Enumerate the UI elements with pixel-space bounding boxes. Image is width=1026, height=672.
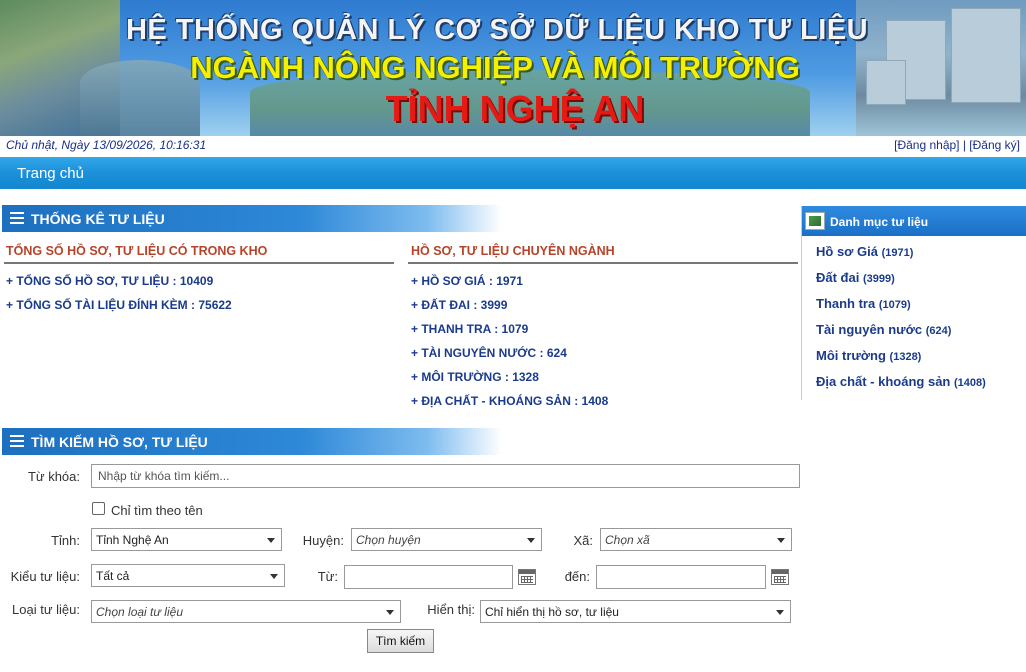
login-link[interactable]: [Đăng nhập]: [894, 138, 959, 152]
category-panel: Danh mục tư liệu Hồ sơ Giá (1971) Đất đa…: [801, 206, 1026, 400]
district-select[interactable]: Chọn huyện: [351, 528, 542, 551]
commune-label: Xã:: [573, 533, 593, 548]
document-kind-value: Chọn loại tư liệu: [96, 605, 183, 619]
image-icon: [805, 212, 825, 230]
commune-value: Chọn xã: [605, 533, 650, 547]
category-label: Đất đai: [816, 270, 860, 285]
from-date-input[interactable]: [344, 565, 513, 589]
document-kind-label: Loại tư liệu:: [12, 602, 80, 617]
category-count: (1328): [889, 351, 922, 363]
auth-separator: |: [959, 138, 970, 152]
main-nav: Trang chủ: [0, 157, 1026, 189]
banner-title-line1: HỆ THỐNG QUẢN LÝ CƠ SỞ DỮ LIỆU KHO TƯ LI…: [125, 14, 869, 46]
category-item-inspection[interactable]: Thanh tra (1079): [816, 296, 911, 311]
document-type-select[interactable]: Tất cả: [91, 564, 285, 587]
stat-inspection: + THANH TRA : 1079: [411, 322, 529, 336]
stat-total-records: + TỔNG SỐ HỒ SƠ, TƯ LIỆU : 10409: [6, 274, 214, 288]
calendar-icon[interactable]: [771, 569, 789, 585]
category-label: Môi trường: [816, 348, 886, 363]
name-only-label: Chỉ tìm theo tên: [111, 503, 203, 518]
to-date-label: đến:: [564, 569, 590, 584]
stat-water: + TÀI NGUYÊN NƯỚC : 624: [411, 346, 567, 360]
header-banner: HỆ THỐNG QUẢN LÝ CƠ SỞ DỮ LIỆU KHO TƯ LI…: [0, 0, 1026, 136]
stats-total-title: TỔNG SỐ HỒ SƠ, TƯ LIỆU CÓ TRONG KHO: [6, 244, 268, 258]
document-kind-select[interactable]: Chọn loại tư liệu: [91, 600, 401, 623]
commune-select[interactable]: Chọn xã: [600, 528, 792, 551]
category-panel-header: Danh mục tư liệu: [802, 206, 1026, 236]
category-label: Địa chất - khoáng sản: [816, 374, 951, 389]
list-icon: [10, 435, 24, 447]
category-item-pricing[interactable]: Hồ sơ Giá (1971): [816, 244, 913, 259]
district-value: Chọn huyện: [356, 533, 421, 547]
category-count: (1408): [954, 377, 986, 389]
province-value: Tỉnh Nghệ An: [96, 533, 169, 547]
category-item-environment[interactable]: Môi trường (1328): [816, 348, 921, 363]
stat-land: + ĐẤT ĐAI : 3999: [411, 298, 508, 312]
category-label: Tài nguyên nước: [816, 322, 923, 337]
auth-links: [Đăng nhập] | [Đăng ký]: [894, 138, 1020, 152]
search-section-title: TÌM KIẾM HỒ SƠ, TƯ LIỆU: [31, 434, 208, 450]
chevron-down-icon: [270, 574, 278, 579]
keyword-label: Từ khóa:: [27, 469, 80, 484]
category-count: (624): [925, 325, 952, 337]
banner-title-line2: NGÀNH NÔNG NGHIỆP VÀ MÔI TRƯỜNG: [190, 50, 800, 85]
display-select[interactable]: Chỉ hiển thị hồ sơ, tư liệu: [480, 600, 791, 623]
nav-home-link[interactable]: Trang chủ: [17, 165, 84, 182]
stats-section-header: THỐNG KÊ TƯ LIỆU: [2, 205, 502, 232]
document-type-value: Tất cả: [96, 569, 130, 583]
category-panel-title: Danh mục tư liệu: [830, 215, 929, 229]
display-value: Chỉ hiển thị hồ sơ, tư liệu: [485, 605, 619, 619]
stats-specialized-title: HỒ SƠ, TƯ LIỆU CHUYÊN NGÀNH: [411, 244, 615, 258]
document-type-label: Kiểu tư liệu:: [10, 569, 80, 584]
chevron-down-icon: [386, 610, 394, 615]
divider: [408, 262, 798, 264]
stat-geology: + ĐỊA CHẤT - KHOÁNG SẢN : 1408: [411, 394, 609, 408]
district-label: Huyện:: [302, 533, 344, 548]
category-count: (3999): [862, 273, 895, 285]
to-date-input[interactable]: [596, 565, 766, 589]
province-select[interactable]: Tỉnh Nghệ An: [91, 528, 282, 551]
category-count: (1079): [878, 299, 911, 311]
stat-pricing: + HỒ SƠ GIÁ : 1971: [411, 274, 523, 288]
divider: [4, 262, 394, 264]
register-link[interactable]: [Đăng ký]: [969, 138, 1020, 152]
stat-total-attachments: + TỔNG SỐ TÀI LIỆU ĐÍNH KÈM : 75622: [6, 298, 232, 312]
category-item-land[interactable]: Đất đai (3999): [816, 270, 895, 285]
stat-environment: + MÔI TRƯỜNG : 1328: [411, 370, 539, 384]
category-label: Hồ sơ Giá: [816, 244, 878, 259]
display-label: Hiển thị:: [427, 602, 475, 617]
current-date: Chủ nhật, Ngày 13/09/2026, 10:16:31: [6, 138, 207, 152]
calendar-icon[interactable]: [518, 569, 536, 585]
category-label: Thanh tra: [816, 296, 876, 311]
search-button[interactable]: Tìm kiếm: [367, 629, 434, 653]
category-count: (1971): [881, 247, 914, 259]
chevron-down-icon: [267, 538, 275, 543]
date-bar: Chủ nhật, Ngày 13/09/2026, 10:16:31 [Đăn…: [0, 136, 1026, 156]
province-label: Tỉnh:: [51, 533, 80, 548]
chevron-down-icon: [776, 610, 784, 615]
from-date-label: Từ:: [317, 569, 338, 584]
search-section-header: TÌM KIẾM HỒ SƠ, TƯ LIỆU: [2, 428, 502, 455]
category-item-geology[interactable]: Địa chất - khoáng sản (1408): [816, 374, 986, 389]
category-item-water[interactable]: Tài nguyên nước (624): [816, 322, 951, 337]
stats-section-title: THỐNG KÊ TƯ LIỆU: [31, 211, 165, 227]
chevron-down-icon: [527, 538, 535, 543]
keyword-input[interactable]: Nhập từ khóa tìm kiếm...: [91, 464, 800, 488]
banner-title-line3: TỈNH NGHỆ AN: [385, 88, 645, 129]
name-only-checkbox[interactable]: [92, 502, 105, 515]
list-icon: [10, 212, 24, 224]
chevron-down-icon: [777, 538, 785, 543]
